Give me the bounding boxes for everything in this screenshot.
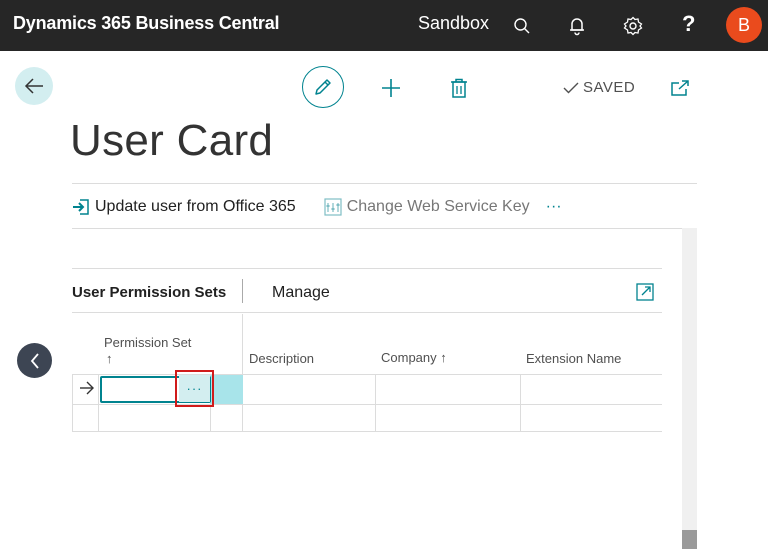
- open-new-window-button[interactable]: [668, 76, 692, 100]
- more-actions-button[interactable]: ···: [546, 198, 562, 216]
- manage-menu[interactable]: Manage: [272, 284, 330, 302]
- pencil-icon: [315, 79, 331, 95]
- update-user-action[interactable]: Update user from Office 365: [72, 198, 296, 216]
- update-user-label: Update user from Office 365: [95, 198, 296, 215]
- title-divider: [72, 183, 697, 184]
- saved-status: SAVED: [563, 79, 635, 96]
- chevron-left-icon: [30, 352, 39, 369]
- scrollbar-thumb[interactable]: [682, 530, 697, 549]
- grid-divider: [72, 374, 73, 432]
- change-web-service-key-action[interactable]: Change Web Service Key: [324, 198, 530, 216]
- change-web-service-key-label: Change Web Service Key: [346, 198, 530, 215]
- part-title[interactable]: User Permission Sets: [72, 284, 226, 301]
- expand-part-button[interactable]: [636, 283, 654, 301]
- grid-divider: [98, 374, 99, 432]
- top-bar: Dynamics 365 Business Central Sandbox ? …: [0, 0, 768, 51]
- column-header-description[interactable]: Description: [249, 351, 314, 366]
- sign-in-icon: [73, 199, 89, 215]
- part-top-divider: [72, 268, 662, 269]
- expand-icon: [636, 283, 654, 301]
- gear-icon[interactable]: [620, 13, 646, 39]
- trash-icon: [451, 78, 467, 98]
- key-settings-icon: [324, 198, 342, 216]
- help-icon[interactable]: ?: [682, 11, 695, 37]
- environment-label: Sandbox: [418, 13, 490, 33]
- part-header: User Permission Sets: [72, 277, 226, 307]
- checkmark-icon: [563, 82, 579, 93]
- action-row: Update user from Office 365 Change Web S…: [72, 197, 562, 217]
- permission-set-lookup-button[interactable]: ···: [175, 370, 214, 407]
- previous-record-button[interactable]: [17, 343, 52, 378]
- column-header-permission-set[interactable]: Permission Set: [104, 335, 191, 350]
- scrollbar-track[interactable]: [682, 228, 697, 549]
- page-title: User Card: [70, 116, 274, 165]
- row-selected-arrow-icon: [79, 381, 95, 397]
- sort-ascending-icon: ↑: [106, 351, 113, 366]
- grid-divider: [375, 374, 376, 432]
- search-icon[interactable]: [509, 13, 535, 39]
- part-header-separator: [242, 279, 243, 303]
- part-bottom-divider: [72, 312, 662, 313]
- grid-divider: [242, 314, 243, 432]
- arrow-left-icon: [24, 78, 43, 94]
- row-divider: [72, 404, 662, 405]
- lookup-ellipsis: ···: [179, 375, 210, 402]
- grid-divider: [520, 374, 521, 432]
- active-cell-highlight: [210, 375, 243, 404]
- header-row-divider: [72, 374, 662, 375]
- plus-icon: [382, 79, 400, 97]
- column-header-extension-name[interactable]: Extension Name: [526, 351, 621, 366]
- app-title[interactable]: Dynamics 365 Business Central: [13, 13, 280, 34]
- edit-button[interactable]: [302, 66, 344, 108]
- bell-icon[interactable]: [564, 13, 590, 39]
- delete-button[interactable]: [447, 76, 471, 100]
- popout-icon: [671, 80, 689, 96]
- action-divider: [72, 228, 682, 229]
- avatar[interactable]: B: [726, 7, 762, 43]
- back-button[interactable]: [15, 67, 53, 105]
- column-header-company[interactable]: Company ↑: [381, 350, 447, 365]
- row-divider: [72, 431, 662, 432]
- saved-label: SAVED: [583, 79, 636, 96]
- new-button[interactable]: [379, 76, 403, 100]
